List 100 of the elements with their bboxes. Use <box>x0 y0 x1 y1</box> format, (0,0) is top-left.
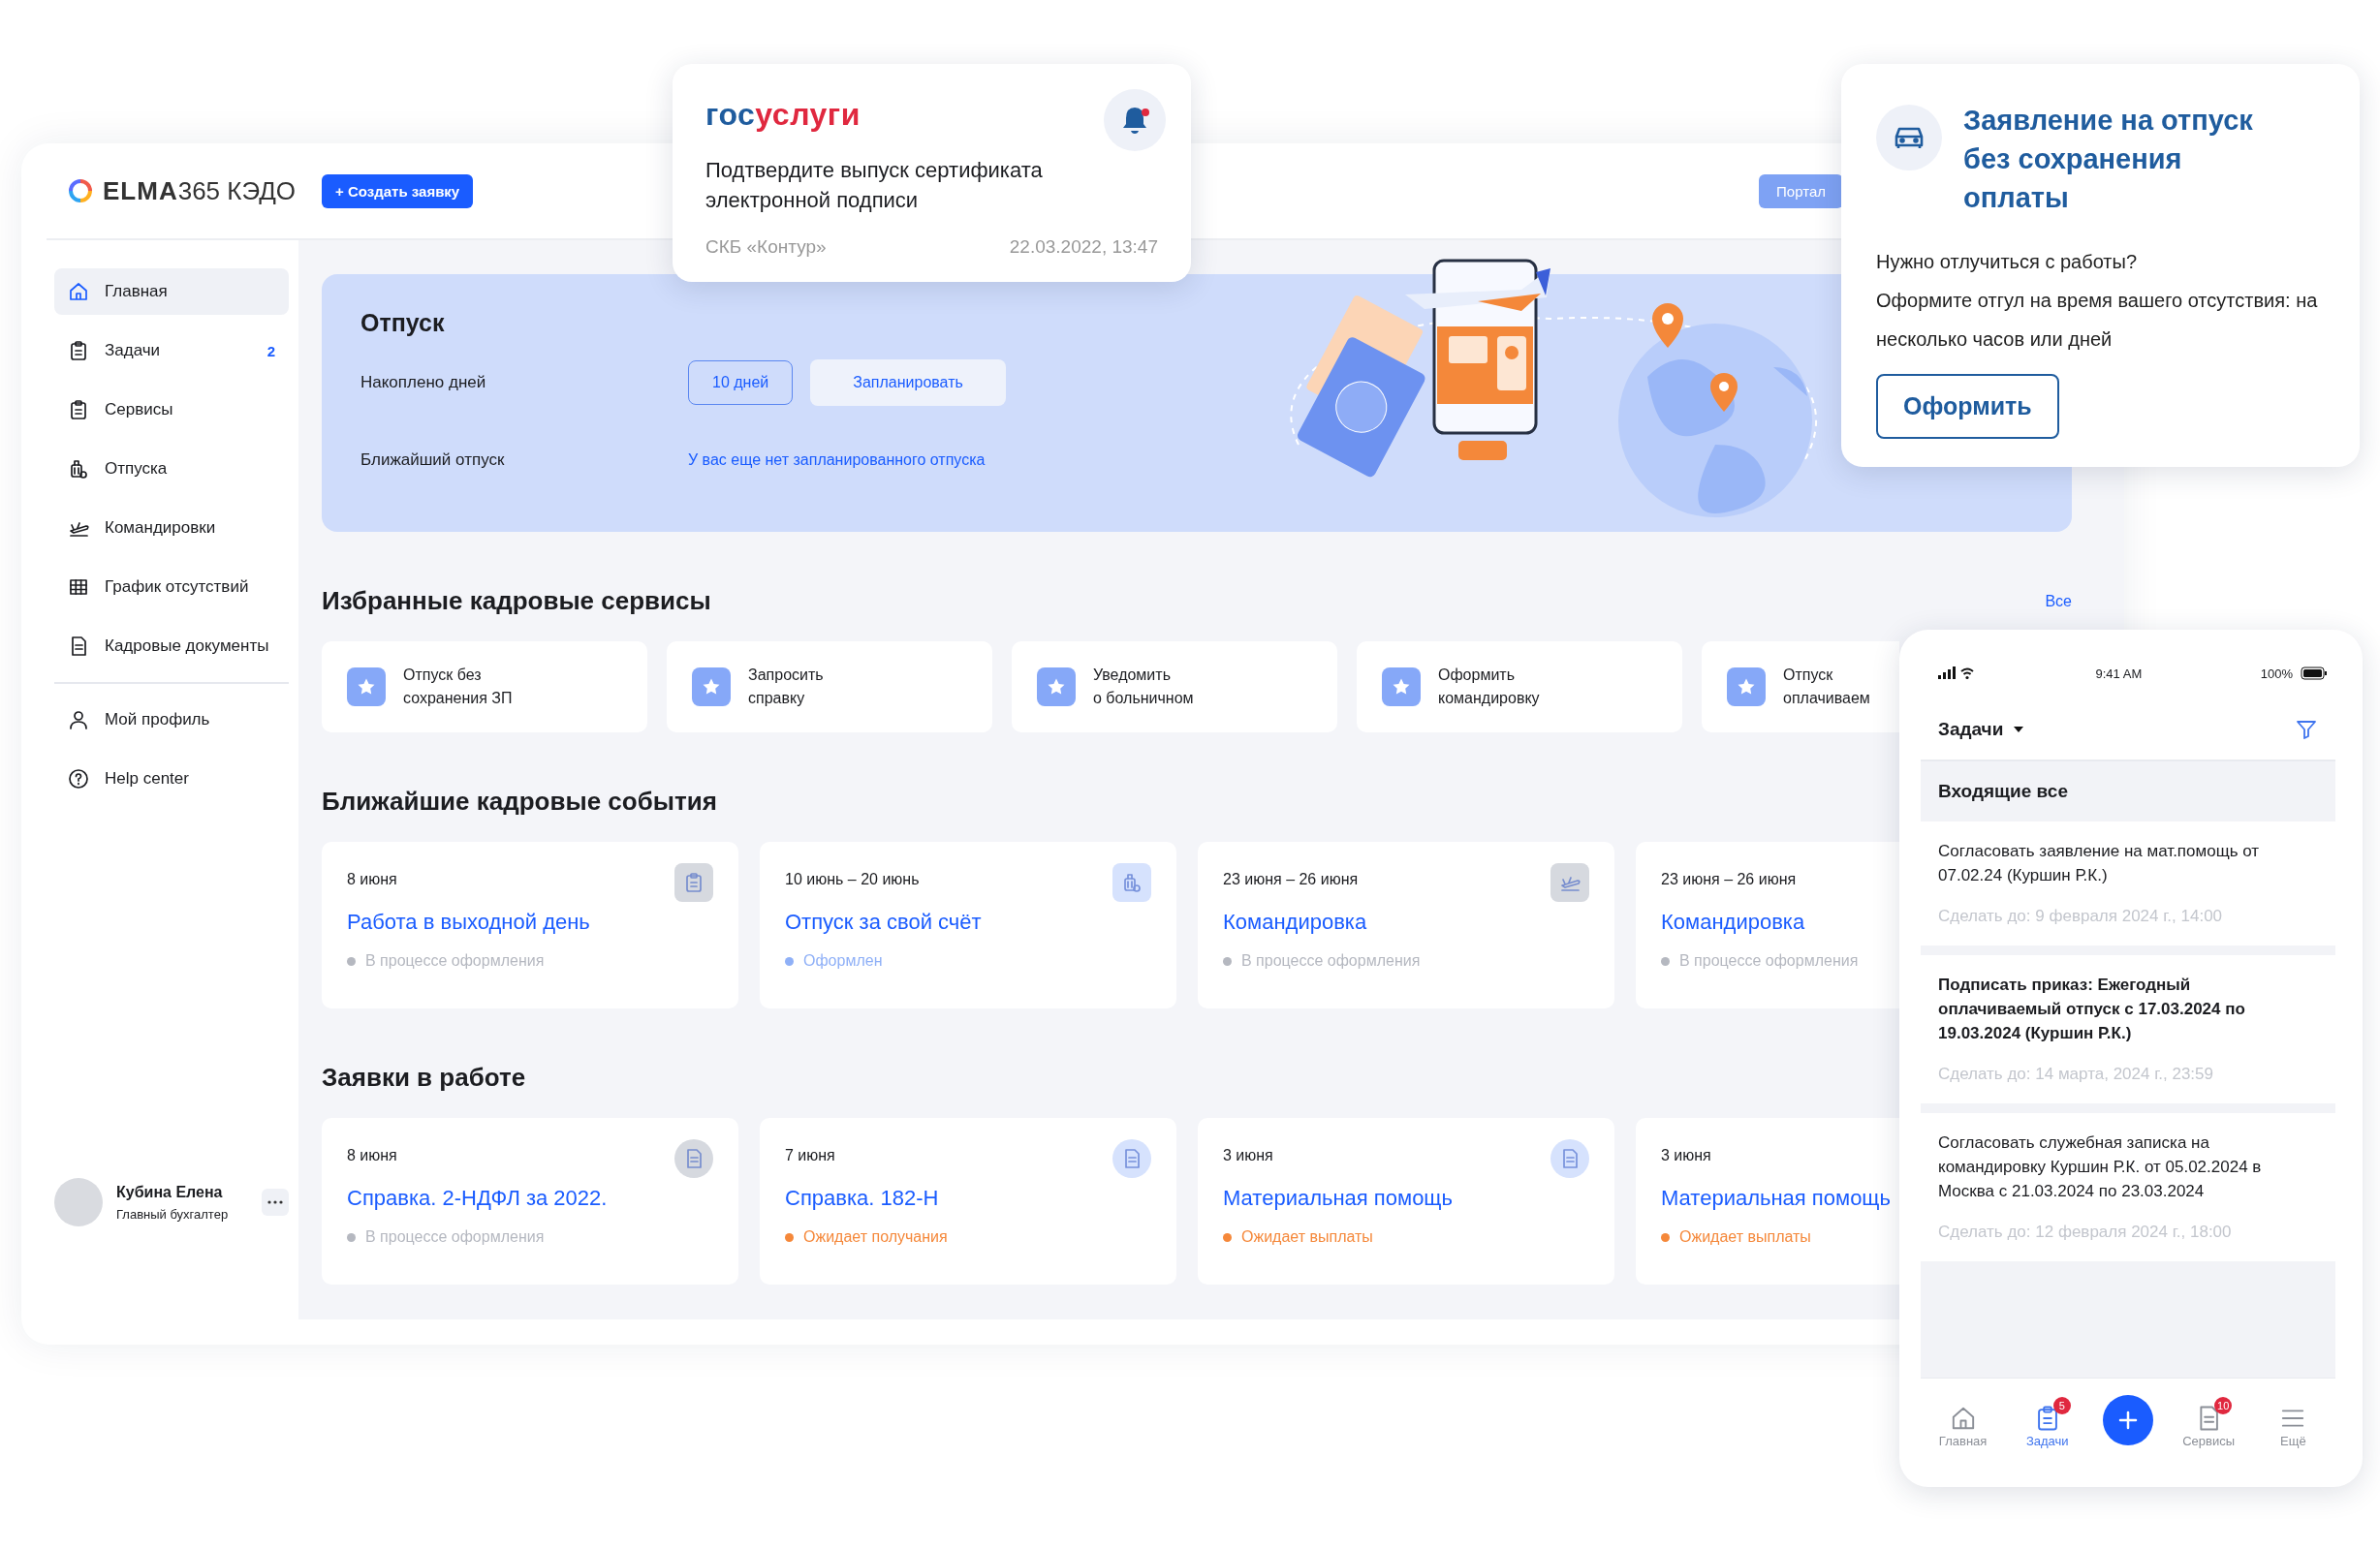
service-card[interactable]: Запросить справку <box>667 641 992 732</box>
days-chip: 10 дней <box>688 360 794 405</box>
task-item[interactable]: Подписать приказ: Ежегодный оплачиваемый отпуск с 17.03.2024 по 19.03.2024 (Куршин Р.К.) Сделать до: 14 марта, 2024 г., 23:59 <box>1921 955 2335 1103</box>
service-card[interactable]: Оформить командировку <box>1357 641 1682 732</box>
app-logo-text: ELMA365 КЭДО <box>103 175 297 206</box>
section-title: Ближайшие кадровые события <box>322 787 717 817</box>
card-title-link[interactable]: Материальная помощь <box>1223 1186 1589 1211</box>
more-icon <box>267 1200 283 1204</box>
add-button[interactable] <box>2102 1395 2153 1445</box>
service-card[interactable]: Отпуск без сохранения ЗП <box>322 641 647 732</box>
status-time: 9:41 AM <box>2095 666 2143 681</box>
more-button[interactable] <box>262 1189 289 1216</box>
count-badge: 5 <box>2052 1396 2071 1414</box>
sidebar-item[interactable]: Сервисы <box>54 387 289 433</box>
screen-title-dropdown[interactable]: Задачи <box>1938 719 2025 740</box>
notification-message: Подтвердите выпуск сертификата электронной подписи <box>705 157 1044 214</box>
request-card[interactable]: 3 июня Материальная помощь Ожидает выплаты <box>1636 1118 1899 1285</box>
date-text: 23 июня – 26 июня <box>1223 871 1360 888</box>
date-text: 23 июня – 26 июня <box>1661 871 1798 888</box>
table-icon <box>68 576 89 598</box>
section-header: Входящие все <box>1921 761 2335 822</box>
promo-text: Оформите отгул на время вашего отсутствия: на несколько часов или дней <box>1876 289 2319 352</box>
service-card[interactable]: Уведомить о больничном <box>1012 641 1337 732</box>
task-text: Согласовать служебная записка на командировку Куршин Р.К. от 05.02.2024 в Москва с 21.03.2024 по 23.03.2024 <box>1938 1132 2263 1202</box>
request-card[interactable]: 7 июня Справка. 182-Н Ожидает получания <box>760 1118 1176 1285</box>
status-text: Ожидает выплаты <box>1241 1228 1373 1246</box>
caret-icon <box>2013 726 2025 733</box>
date-text: 8 июня <box>347 871 398 888</box>
task-text: Согласовать заявление на мат.помощь от 07.02.24 (Куршин Р.К.) <box>1938 841 2261 886</box>
promo-title: Заявление на отпуск без сохранения оплаты <box>1963 104 2254 215</box>
promo-text: Нужно отлучиться с работы? <box>1876 250 2138 274</box>
service-card[interactable]: Отпуск оплачиваем <box>1702 641 1899 732</box>
sidebar-item[interactable]: Главная <box>54 268 289 315</box>
info-text: У вас еще нет запланированного отпуска <box>688 451 986 469</box>
tab-bar-item[interactable]: 10 Сервисы <box>2179 1392 2239 1448</box>
date-text: 3 июня <box>1661 1147 1712 1164</box>
bell-icon <box>1121 106 1148 135</box>
luggage-icon <box>68 458 89 480</box>
status-text: Ожидает выплаты <box>1679 1228 1811 1246</box>
sidebar-item[interactable]: Мой профиль <box>54 697 289 743</box>
tab-bar-item[interactable]: 5 Задачи <box>2018 1392 2077 1448</box>
card-title-link[interactable]: Материальная помощь <box>1661 1186 1899 1211</box>
due-date-text: Сделать до: 12 февраля 2024 г., 18:00 <box>1938 1223 2233 1242</box>
event-card[interactable]: 10 июнь – 20 июнь Отпуск за свой счёт Оформлен <box>760 842 1176 1008</box>
status-text: В процессе оформления <box>365 1228 545 1246</box>
card-title-link[interactable]: Отпуск за свой счёт <box>785 910 1151 935</box>
service-logo-text: госуслуги <box>705 97 861 133</box>
clipboard-icon <box>68 399 89 420</box>
sidebar-item[interactable]: Командировки <box>54 505 289 551</box>
logo-icon <box>68 178 93 203</box>
card-title-link[interactable]: Командировка <box>1661 910 1899 935</box>
date-text: 10 июнь – 20 июнь <box>785 871 921 888</box>
task-text: Подписать приказ: Ежегодный оплачиваемый отпуск с 17.03.2024 по 19.03.2024 (Куршин Р.К.) <box>1938 975 2246 1044</box>
apply-button[interactable]: Оформить <box>1876 374 2059 439</box>
section-title: Заявки в работе <box>322 1063 526 1093</box>
service-label: Оформить командировку <box>1438 666 1540 708</box>
see-all-link[interactable]: Все <box>2045 592 2072 610</box>
user-name: Кубина Елена <box>116 1183 224 1201</box>
date-text: 3 июня <box>1223 1147 1274 1164</box>
user-role: Главный бухгалтер <box>116 1206 230 1222</box>
due-date-text: Сделать до: 14 марта, 2024 г., 23:59 <box>1938 1065 2214 1084</box>
card-title-link[interactable]: Работа в выходной день <box>347 910 713 935</box>
status-text: В процессе оформления <box>1679 952 1859 970</box>
event-card[interactable]: 8 июня Работа в выходной день В процессе оформления <box>322 842 738 1008</box>
sidebar-item[interactable]: Отпуска <box>54 446 289 492</box>
plus-icon <box>2116 1410 2139 1431</box>
sender-text: СКБ «Контур» <box>705 236 827 258</box>
event-card[interactable]: 23 июня – 26 июня Командировка В процессе оформления <box>1636 842 1899 1008</box>
status-text: Оформлен <box>803 952 883 970</box>
person-icon <box>68 709 89 730</box>
battery-text: 100% <box>2260 666 2293 681</box>
timestamp: 22.03.2022, 13:47 <box>1009 236 1158 258</box>
status-text: Ожидает получания <box>803 1228 948 1246</box>
section-title: Избранные кадровые сервисы <box>322 586 711 616</box>
request-card[interactable]: 3 июня Материальная помощь Ожидает выплаты <box>1198 1118 1614 1285</box>
field-label: Накоплено дней <box>360 373 487 392</box>
plan-button[interactable]: Запланировать <box>810 359 1006 406</box>
card-title-link[interactable]: Справка. 2-НДФЛ за 2022. <box>347 1186 713 1211</box>
sidebar-item[interactable]: Задачи 2 <box>54 327 289 374</box>
due-date-text: Сделать до: 9 февраля 2024 г., 14:00 <box>1938 907 2224 926</box>
card-title-link[interactable]: Справка. 182-Н <box>785 1186 1151 1211</box>
filter-icon[interactable] <box>2295 718 2318 741</box>
task-item[interactable]: Согласовать служебная записка на командировку Куршин Р.К. от 05.02.2024 в Москва с 21.03.2024 по 23.03.2024 Сделать до: 12 февраля 2024 г., 18:00 <box>1921 1113 2335 1261</box>
avatar <box>54 1178 103 1226</box>
sidebar-item[interactable]: Кадровые документы <box>54 623 289 669</box>
card-title-link[interactable]: Командировка <box>1223 910 1589 935</box>
status-text: В процессе оформления <box>1241 952 1421 970</box>
sidebar-item[interactable]: График отсутствий <box>54 564 289 610</box>
field-label: Ближайший отпуск <box>360 450 506 470</box>
battery-icon <box>2301 666 2328 680</box>
task-item[interactable]: Согласовать заявление на мат.помощь от 07.02.24 (Куршин Р.К.) Сделать до: 9 февраля 2024 г., 14:00 <box>1921 822 2335 946</box>
create-request-button[interactable]: + Создать заявку <box>322 173 474 208</box>
event-card[interactable]: 23 июня – 26 июня Командировка В процессе оформления <box>1198 842 1614 1008</box>
service-label: Отпуск оплачиваем <box>1783 666 1870 708</box>
home-icon <box>68 281 89 302</box>
banner-title: Отпуск <box>360 309 445 337</box>
sidebar-item[interactable]: Help center <box>54 756 289 802</box>
request-card[interactable]: 8 июня Справка. 2-НДФЛ за 2022. В процессе оформления <box>322 1118 738 1285</box>
date-text: 7 июня <box>785 1147 836 1164</box>
service-label: Отпуск без сохранения ЗП <box>403 666 513 708</box>
